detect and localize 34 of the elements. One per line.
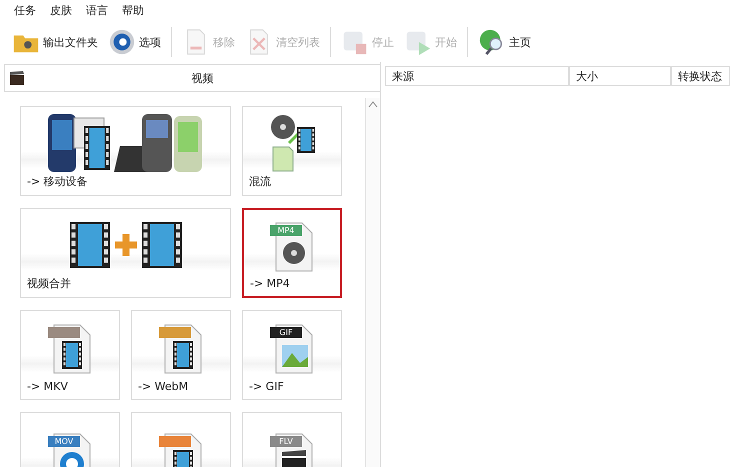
tile-label: -> MKV [27, 380, 69, 395]
panel-title: 视频 [190, 70, 214, 86]
format-tile[interactable]: -> 移动设备 [20, 106, 231, 196]
toolbar-button[interactable]: 主页 [474, 26, 535, 58]
format-tile[interactable]: MOV [20, 412, 120, 467]
toolbar-button[interactable]: 选项 [104, 26, 165, 58]
tile-label: -> GIF [249, 380, 285, 395]
menu-item[interactable]: 任务 [14, 3, 36, 19]
menu-item[interactable]: 语言 [86, 3, 108, 19]
format-tile[interactable]: -> MKV [20, 310, 120, 400]
scrollbar[interactable] [365, 98, 380, 467]
tile-label: -> 移动设备 [27, 174, 89, 190]
format-tile[interactable]: GIF -> GIF [242, 310, 342, 400]
toolbar-button[interactable]: 输出文件夹 [8, 26, 102, 58]
format-label: GIF [270, 326, 302, 338]
scroll-up-icon[interactable] [367, 100, 379, 108]
format-label: MP4 [270, 224, 302, 236]
format-tile[interactable]: -> WebM [131, 310, 231, 400]
tile-label: 视频合并 [27, 276, 72, 292]
menu-item[interactable]: 皮肤 [50, 3, 72, 19]
gear-icon [108, 28, 136, 56]
clapperboard-icon [9, 70, 25, 86]
column-header[interactable]: 来源 [385, 66, 569, 86]
format-tile[interactable]: 混流 [242, 106, 342, 196]
column-header[interactable]: 转换状态 [671, 66, 730, 86]
tile-label: -> WebM [138, 380, 190, 395]
column-header[interactable]: 大小 [569, 66, 671, 86]
tile-label: 混流 [249, 174, 272, 190]
format-label: MOV [48, 436, 80, 447]
menu-item[interactable]: 帮助 [122, 3, 144, 19]
format-tile[interactable]: MP4 -> MP4 [242, 208, 342, 298]
format-tile[interactable]: 视频合并 [20, 208, 231, 298]
format-label: FLV [270, 436, 302, 447]
tile-label: -> MP4 [250, 277, 291, 292]
